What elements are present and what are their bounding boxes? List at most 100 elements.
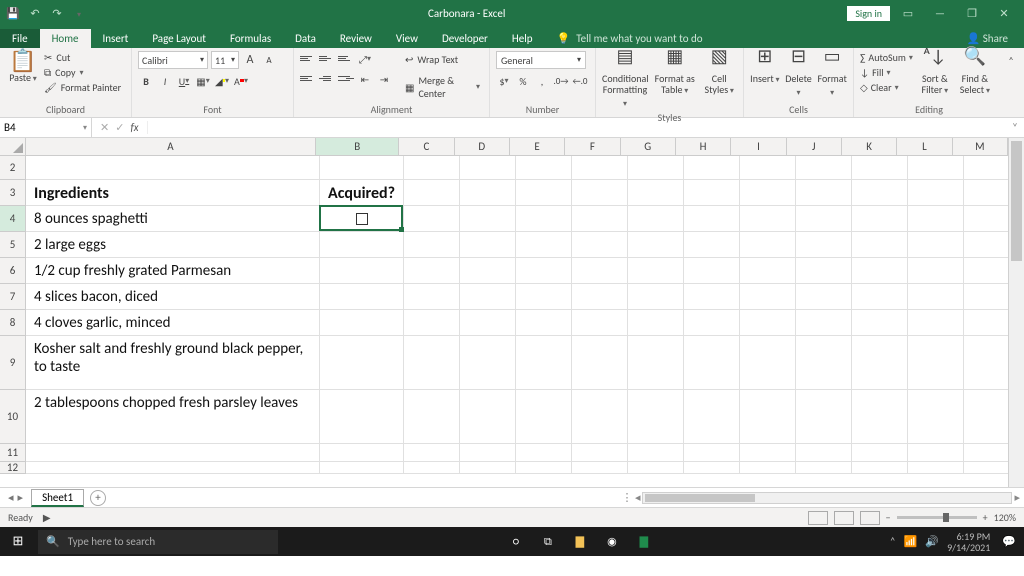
insert-cells-button[interactable]: ⊞Insert <box>750 51 780 86</box>
zoom-out-button[interactable]: − <box>886 511 891 524</box>
save-icon[interactable]: 💾 <box>6 7 20 20</box>
accounting-format-button[interactable]: $ <box>496 73 512 89</box>
tab-view[interactable]: View <box>384 29 430 48</box>
cancel-formula-icon[interactable]: ✕ <box>100 121 109 134</box>
increase-decimal-button[interactable]: .0→ <box>553 73 569 89</box>
col-header-h[interactable]: H <box>676 138 731 155</box>
cell[interactable]: Kosher salt and freshly ground black pep… <box>28 336 316 390</box>
align-center-icon[interactable] <box>319 71 335 85</box>
sort-filter-button[interactable]: ᴬ↓Sort & Filter <box>917 51 953 97</box>
ribbon-display-options-icon[interactable]: ▭ <box>894 7 922 20</box>
align-top-icon[interactable] <box>300 51 316 65</box>
format-painter-button[interactable]: 🖌Format Painter <box>44 81 121 94</box>
row-header[interactable]: 6 <box>0 258 26 284</box>
sheet-tab-active[interactable]: Sheet1 <box>31 489 84 507</box>
tab-developer[interactable]: Developer <box>430 29 500 48</box>
chrome-icon[interactable]: ◉ <box>598 530 626 554</box>
font-size-select[interactable]: 11▾ <box>211 51 239 69</box>
cell[interactable]: 4 slices bacon, diced <box>28 284 316 310</box>
underline-button[interactable]: U <box>176 73 192 89</box>
decrease-font-icon[interactable]: A <box>261 52 277 68</box>
row-header[interactable]: 3 <box>0 180 26 206</box>
col-header-m[interactable]: M <box>953 138 1008 155</box>
zoom-level[interactable]: 120% <box>994 511 1016 524</box>
fx-icon[interactable]: fx <box>130 121 138 134</box>
clear-button[interactable]: ◇Clear <box>860 81 913 94</box>
col-header-e[interactable]: E <box>510 138 565 155</box>
copy-button[interactable]: ⧉Copy <box>44 66 121 79</box>
collapse-ribbon-button[interactable]: ˄ <box>1004 48 1018 117</box>
format-as-table-button[interactable]: ▦Format as Table <box>652 51 697 97</box>
macro-record-icon[interactable]: ▶ <box>43 511 51 524</box>
sheet-nav-next-icon[interactable]: ▸ <box>18 491 24 504</box>
tab-insert[interactable]: Insert <box>91 29 141 48</box>
col-header-c[interactable]: C <box>399 138 454 155</box>
enter-formula-icon[interactable]: ✓ <box>115 121 124 134</box>
italic-button[interactable]: I <box>157 73 173 89</box>
font-color-button[interactable]: A <box>233 73 249 89</box>
notifications-icon[interactable]: 💬 <box>1002 535 1016 548</box>
format-cells-button[interactable]: ▭Format <box>817 51 847 99</box>
cell[interactable]: 2 large eggs <box>28 232 316 258</box>
cell[interactable]: 1/2 cup freshly grated Parmesan <box>28 258 316 284</box>
find-select-button[interactable]: 🔍Find & Select <box>957 51 993 97</box>
row-header[interactable]: 10 <box>0 390 26 444</box>
col-header-b[interactable]: B <box>316 138 399 155</box>
comma-format-button[interactable]: , <box>534 73 550 89</box>
decrease-indent-icon[interactable]: ⇤ <box>357 71 373 87</box>
bold-button[interactable]: B <box>138 73 154 89</box>
increase-indent-icon[interactable]: ⇥ <box>376 71 392 87</box>
file-explorer-icon[interactable]: ▇ <box>566 530 594 554</box>
share-button[interactable]: 👤 Share <box>951 29 1024 48</box>
tab-help[interactable]: Help <box>500 29 545 48</box>
col-header-i[interactable]: I <box>731 138 786 155</box>
tab-review[interactable]: Review <box>328 29 384 48</box>
zoom-slider[interactable] <box>897 516 977 519</box>
tab-file[interactable]: File <box>0 29 40 48</box>
cell[interactable]: 8 ounces spaghetti <box>28 206 316 232</box>
taskbar-search[interactable]: 🔍 Type here to search <box>38 530 278 554</box>
row-header[interactable]: 12 <box>0 462 26 474</box>
grid[interactable]: A B C D E F G H I J K L M 23456789101112… <box>0 138 1008 487</box>
col-header-a[interactable]: A <box>26 138 317 155</box>
select-all-button[interactable] <box>0 138 26 155</box>
tab-data[interactable]: Data <box>283 29 328 48</box>
wrap-text-button[interactable]: ↩Wrap Text <box>402 51 483 68</box>
volume-icon[interactable]: 🔊 <box>925 535 939 548</box>
align-left-icon[interactable] <box>300 71 316 85</box>
page-break-view-button[interactable] <box>860 511 880 525</box>
row-header[interactable]: 4 <box>0 206 26 232</box>
expand-formula-bar-icon[interactable]: ˅ <box>1006 121 1024 134</box>
row-header[interactable]: 2 <box>0 156 26 180</box>
cell[interactable]: Ingredients <box>28 180 316 206</box>
redo-icon[interactable]: ↷ <box>50 7 64 20</box>
tab-home[interactable]: Home <box>40 29 91 48</box>
row-header[interactable]: 5 <box>0 232 26 258</box>
align-middle-icon[interactable] <box>319 51 335 65</box>
new-sheet-button[interactable]: + <box>90 490 106 506</box>
percent-format-button[interactable]: % <box>515 73 531 89</box>
tab-formulas[interactable]: Formulas <box>218 29 283 48</box>
fill-color-button[interactable]: ◢ <box>214 73 230 89</box>
align-right-icon[interactable] <box>338 71 354 85</box>
name-box[interactable]: B4▾ <box>0 118 92 138</box>
col-header-f[interactable]: F <box>565 138 620 155</box>
paste-button[interactable]: 📋 Paste <box>6 51 40 84</box>
vertical-scrollbar[interactable] <box>1008 138 1024 487</box>
col-header-d[interactable]: D <box>455 138 510 155</box>
start-button[interactable]: ⊞ <box>0 534 36 549</box>
cell[interactable]: 2 tablespoons chopped fresh parsley leav… <box>28 390 316 444</box>
align-bottom-icon[interactable] <box>338 51 354 65</box>
qat-customize-icon[interactable] <box>72 7 86 20</box>
col-header-k[interactable]: K <box>842 138 897 155</box>
orientation-button[interactable]: ⤢ <box>357 51 373 67</box>
sign-in-button[interactable]: Sign in <box>847 6 890 21</box>
cut-button[interactable]: ✂Cut <box>44 51 121 64</box>
zoom-in-button[interactable]: + <box>983 511 988 524</box>
task-view-icon[interactable]: ⧉ <box>534 530 562 554</box>
number-format-select[interactable]: General▾ <box>496 51 586 69</box>
increase-font-icon[interactable]: A <box>242 52 258 68</box>
merge-center-button[interactable]: ▦Merge & Center <box>402 72 483 102</box>
undo-icon[interactable]: ↶ <box>28 7 42 20</box>
row-header[interactable]: 11 <box>0 444 26 462</box>
